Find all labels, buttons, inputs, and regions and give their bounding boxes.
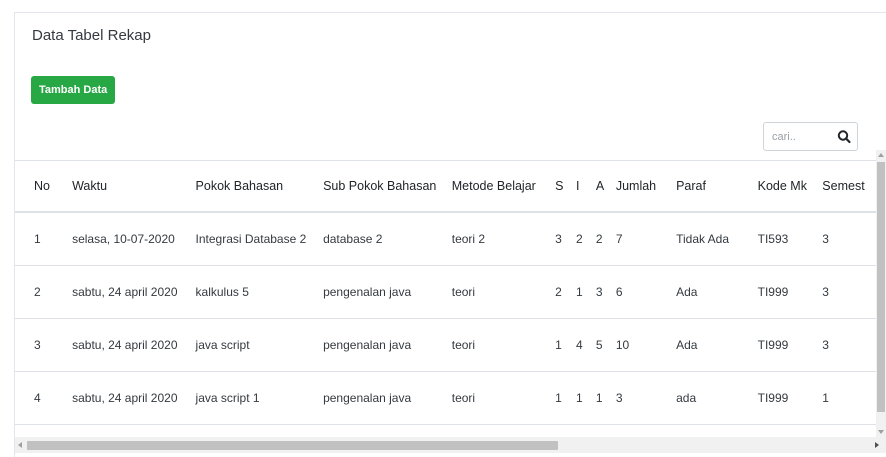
col-header-no: No xyxy=(15,161,73,213)
cell-sub-pokok-bahasan: pengenalan java xyxy=(323,318,452,372)
cell-s: 2 xyxy=(555,265,576,319)
cell-waktu: sabtu, 24 april 2020 xyxy=(72,265,196,319)
cell-jumlah: 10 xyxy=(615,318,677,372)
cell-waktu: selasa, 10-07-2020 xyxy=(72,212,196,266)
cell-paraf: ada xyxy=(676,371,758,425)
table-row: 4 sabtu, 24 april 2020 java script 1 pen… xyxy=(15,371,881,425)
cell-s: 1 xyxy=(555,318,576,372)
cell-pokok-bahasan: kalkulus 5 xyxy=(195,265,324,319)
horizontal-scroll-thumb[interactable] xyxy=(27,441,558,450)
scroll-up-arrow-icon[interactable] xyxy=(878,153,884,157)
rekap-card: Data Tabel Rekap Tambah Data No Waktu Po… xyxy=(14,12,886,457)
cell-metode-belajar: teori xyxy=(451,265,556,319)
col-header-semester: Semest xyxy=(822,161,881,213)
cell-a: 2 xyxy=(595,212,616,266)
cell-no: 4 xyxy=(15,371,73,425)
add-data-button[interactable]: Tambah Data xyxy=(31,76,116,104)
cell-paraf: Ada xyxy=(676,265,758,319)
card-title: Data Tabel Rekap xyxy=(32,27,151,44)
col-header-kode-mk: Kode Mk xyxy=(757,161,823,213)
cell-semester: 1 xyxy=(822,371,881,425)
search-box xyxy=(763,122,858,151)
cell-kode-mk: TI999 xyxy=(757,371,823,425)
cell-pokok-bahasan: java script 1 xyxy=(195,371,324,425)
col-header-waktu: Waktu xyxy=(72,161,196,213)
col-header-sub-pokok-bahasan: Sub Pokok Bahasan xyxy=(323,161,452,213)
cell-paraf: Ada xyxy=(676,318,758,372)
cell-kode-mk: TI999 xyxy=(757,318,823,372)
cell-metode-belajar: teori xyxy=(451,371,556,425)
col-header-s: S xyxy=(555,161,576,213)
cell-i: 4 xyxy=(575,318,596,372)
col-header-i: I xyxy=(575,161,596,213)
cell-s: 1 xyxy=(555,371,576,425)
col-header-jumlah: Jumlah xyxy=(615,161,677,213)
cell-no: 3 xyxy=(15,318,73,372)
table-row: 3 sabtu, 24 april 2020 java script penge… xyxy=(15,318,881,372)
table-header-row: No Waktu Pokok Bahasan Sub Pokok Bahasan… xyxy=(15,161,881,213)
cell-pokok-bahasan: Integrasi Database 2 xyxy=(195,212,324,266)
search-button[interactable] xyxy=(831,123,857,150)
cell-metode-belajar: teori xyxy=(451,318,556,372)
cell-kode-mk: TI593 xyxy=(757,212,823,266)
cell-pokok-bahasan: java script xyxy=(195,318,324,372)
col-header-metode-belajar: Metode Belajar xyxy=(451,161,556,213)
cell-i: 1 xyxy=(575,371,596,425)
cell-jumlah: 7 xyxy=(615,212,677,266)
search-icon xyxy=(837,130,851,144)
vertical-scroll-thumb[interactable] xyxy=(877,162,885,412)
col-header-pokok-bahasan: Pokok Bahasan xyxy=(195,161,324,213)
scroll-left-arrow-icon[interactable] xyxy=(18,442,22,448)
vertical-scrollbar[interactable] xyxy=(876,150,886,437)
cell-metode-belajar: teori 2 xyxy=(451,212,556,266)
cell-waktu: sabtu, 24 april 2020 xyxy=(72,318,196,372)
horizontal-scrollbar[interactable] xyxy=(15,437,886,453)
cell-i: 2 xyxy=(575,212,596,266)
cell-a: 1 xyxy=(595,371,616,425)
cell-a: 3 xyxy=(595,265,616,319)
cell-paraf: Tidak Ada xyxy=(676,212,758,266)
cell-no: 1 xyxy=(15,212,73,266)
search-input[interactable] xyxy=(764,123,830,150)
scroll-right-arrow-icon[interactable] xyxy=(875,442,879,448)
cell-sub-pokok-bahasan: pengenalan java xyxy=(323,371,452,425)
cell-i: 1 xyxy=(575,265,596,319)
cell-s: 3 xyxy=(555,212,576,266)
cell-sub-pokok-bahasan: database 2 xyxy=(323,212,452,266)
cell-no: 2 xyxy=(15,265,73,319)
table-row: 2 sabtu, 24 april 2020 kalkulus 5 pengen… xyxy=(15,265,881,319)
col-header-paraf: Paraf xyxy=(676,161,758,213)
cell-a: 5 xyxy=(595,318,616,372)
table-row: 1 selasa, 10-07-2020 Integrasi Database … xyxy=(15,212,881,266)
table-container: No Waktu Pokok Bahasan Sub Pokok Bahasan… xyxy=(15,160,881,438)
scroll-down-arrow-icon[interactable] xyxy=(878,430,884,434)
cell-jumlah: 6 xyxy=(615,265,677,319)
cell-kode-mk: TI999 xyxy=(757,265,823,319)
col-header-a: A xyxy=(595,161,616,213)
cell-semester: 3 xyxy=(822,265,881,319)
cell-waktu: sabtu, 24 april 2020 xyxy=(72,371,196,425)
cell-semester: 3 xyxy=(822,212,881,266)
cell-sub-pokok-bahasan: pengenalan java xyxy=(323,265,452,319)
rekap-table: No Waktu Pokok Bahasan Sub Pokok Bahasan… xyxy=(15,161,881,425)
cell-semester: 3 xyxy=(822,318,881,372)
cell-jumlah: 3 xyxy=(615,371,677,425)
